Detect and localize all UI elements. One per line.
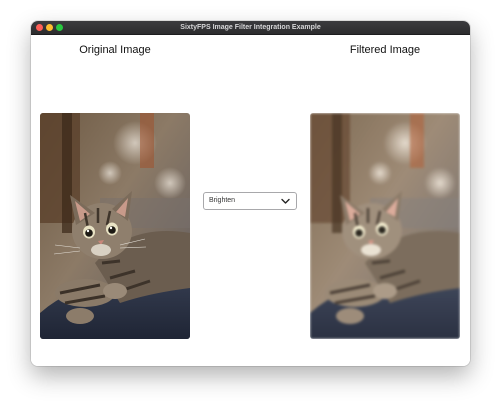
window-title: SixtyFPS Image Filter Integration Exampl… xyxy=(180,24,321,31)
filtered-image-caption: Filtered Image xyxy=(349,44,421,56)
desktop-background: SixtyFPS Image Filter Integration Exampl… xyxy=(0,0,500,406)
app-window: SixtyFPS Image Filter Integration Exampl… xyxy=(31,21,470,366)
original-image xyxy=(40,113,190,339)
filter-select[interactable]: Brighten xyxy=(203,192,297,210)
filter-select-value: Brighten xyxy=(209,197,236,204)
chevron-down-icon xyxy=(281,198,290,204)
filtered-image xyxy=(310,113,460,339)
title-bar[interactable]: SixtyFPS Image Filter Integration Exampl… xyxy=(31,21,470,35)
original-image-caption: Original Image xyxy=(79,44,151,56)
main-content: Original Image Filtered Image Brighten xyxy=(31,35,470,366)
